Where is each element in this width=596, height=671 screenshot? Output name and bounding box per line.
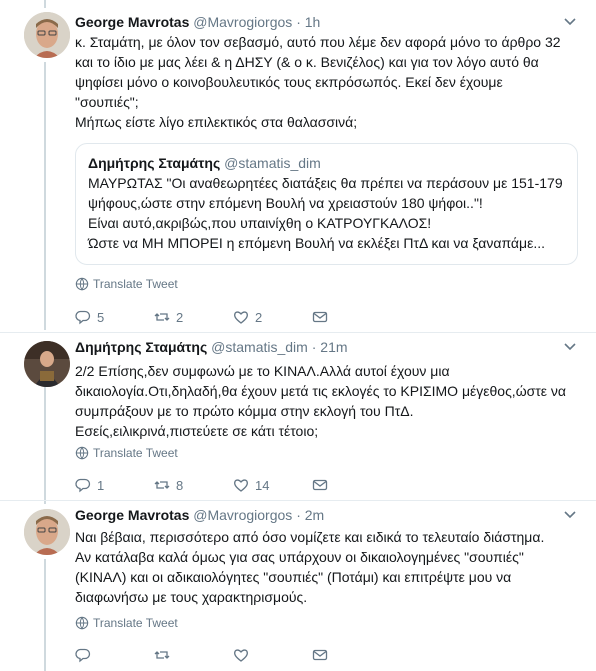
translate-label: Translate Tweet — [93, 277, 178, 291]
timestamp[interactable]: 2m — [305, 507, 324, 523]
reply-count: 5 — [97, 309, 105, 325]
chevron-down-icon[interactable] — [560, 505, 580, 525]
quote-author-handle: @stamatis_dim — [224, 155, 321, 171]
direct-message-button[interactable] — [312, 647, 391, 663]
heart-icon — [234, 479, 248, 492]
globe-icon — [75, 446, 89, 460]
text-line: 2/2 Επίσης,δεν συμφωνώ με το ΚΙΝΑΛ.Αλλά … — [75, 363, 450, 379]
text-line: διαφωνήσω με τους χαρακτηρισμούς. — [75, 589, 308, 605]
translate-tweet-link[interactable]: Translate Tweet — [75, 615, 580, 631]
avatar[interactable] — [24, 12, 70, 58]
timestamp[interactable]: 1h — [305, 14, 321, 30]
like-button[interactable]: 14 — [233, 477, 312, 493]
separator: · — [311, 339, 317, 355]
quote-text: ΜΑΥΡΩΤΑΣ "Οι αναθεωρητέες διατάξεις θα π… — [88, 173, 565, 253]
avatar-photo — [24, 341, 70, 387]
tweet-text: Ναι βέβαια, περισσότερο από όσο νομίζετε… — [75, 527, 580, 607]
tweet-text: 2/2 Επίσης,δεν συμφωνώ με το ΚΙΝΑΛ.Αλλά … — [75, 361, 580, 441]
author-handle[interactable]: @Mavrogiorgos — [193, 507, 292, 523]
retweet-button[interactable]: 8 — [154, 477, 233, 493]
tweet[interactable]: Δημήτρης Σταμάτης @stamatis_dim · 21m 2/… — [0, 333, 596, 503]
like-count: 2 — [255, 309, 263, 325]
separator: · — [296, 14, 301, 30]
translate-tweet-link[interactable]: Translate Tweet — [75, 276, 580, 292]
reply-count: 1 — [97, 477, 105, 493]
like-button[interactable] — [233, 647, 312, 663]
tweet-text: κ. Σταμάτη, με όλον τον σεβασμό, αυτό πο… — [75, 32, 580, 132]
retweet-count: 8 — [176, 477, 184, 493]
text-line: Αν κατάλαβα καλά όμως για σας υπάρχουν ο… — [75, 549, 524, 565]
tweet-header: George Mavrotas @Mavrogiorgos · 2m — [75, 505, 580, 525]
reply-icon — [75, 478, 91, 493]
text-line: συμπράξουν με το πρώτο κόμμα στην εκλογή… — [75, 403, 414, 419]
text-line: Ναι βέβαια, περισσότερο από όσο νομίζετε… — [75, 529, 545, 545]
separator: · — [296, 507, 301, 523]
tweet[interactable]: George Mavrotas @Mavrogiorgos · 1h κ. Στ… — [0, 0, 596, 333]
avatar[interactable] — [24, 341, 70, 387]
heart-icon — [234, 311, 248, 324]
retweet-button[interactable]: 2 — [154, 309, 233, 325]
globe-icon — [75, 277, 89, 291]
author-handle[interactable]: @Mavrogiorgos — [193, 14, 292, 30]
translate-label: Translate Tweet — [93, 616, 178, 630]
reply-button[interactable]: 5 — [75, 309, 154, 325]
text-line: δικαιολογία.Οτι,δηλαδή,θα έχουν μετά τις… — [75, 383, 567, 399]
retweet-icon — [154, 313, 170, 321]
chevron-down-icon[interactable] — [560, 12, 580, 32]
tweet-header: George Mavrotas @Mavrogiorgos · 1h — [75, 12, 580, 32]
translate-tweet-link[interactable]: Translate Tweet — [75, 445, 580, 461]
author-handle[interactable]: @stamatis_dim — [211, 339, 308, 355]
text-line: κ. Σταμάτη, με όλον τον σεβασμό, αυτό πο… — [75, 34, 561, 50]
like-button[interactable]: 2 — [233, 309, 312, 325]
text-line: ψήφους,ώστε στην επόμενη Βουλή να χρειασ… — [88, 195, 483, 211]
like-count: 14 — [255, 477, 270, 493]
avatar-photo — [24, 509, 70, 555]
reply-icon — [75, 648, 91, 663]
envelope-icon — [312, 479, 328, 491]
heart-icon — [234, 649, 248, 662]
direct-message-button[interactable] — [312, 477, 391, 493]
author-name[interactable]: George Mavrotas — [75, 14, 189, 30]
author-name[interactable]: Δημήτρης Σταμάτης — [75, 339, 207, 355]
retweet-icon — [154, 651, 170, 659]
envelope-icon — [312, 649, 328, 661]
text-line: Ώστε να ΜΗ ΜΠΟΡΕΙ η επόμενη Βουλή να εκλ… — [88, 235, 546, 251]
action-bar: 5 2 2 — [75, 307, 580, 327]
timestamp[interactable]: 21m — [320, 339, 347, 355]
reply-button[interactable]: 1 — [75, 477, 154, 493]
direct-message-button[interactable] — [312, 309, 391, 325]
quoted-tweet[interactable]: Δημήτρης Σταμάτης @stamatis_dim ΜΑΥΡΩΤΑΣ… — [75, 143, 578, 265]
action-bar: 1 8 14 — [75, 475, 580, 495]
chevron-down-icon[interactable] — [560, 337, 580, 357]
globe-icon — [75, 616, 89, 630]
avatar-photo — [24, 12, 70, 58]
envelope-icon — [312, 311, 328, 323]
retweet-icon — [154, 481, 170, 489]
text-line: ψηφίσει μόνο ο κοινοβουλευτικός τους εκπ… — [75, 74, 503, 90]
text-line: "σουπιές"; — [75, 94, 139, 110]
quote-author-name: Δημήτρης Σταμάτης — [88, 155, 221, 171]
avatar[interactable] — [24, 509, 70, 555]
action-bar — [75, 645, 580, 665]
text-line: Εσείς,ειλικρινά,πιστεύετε σε κάτι τέτοιο… — [75, 423, 319, 439]
author-name[interactable]: George Mavrotas — [75, 507, 189, 523]
tweet-header: Δημήτρης Σταμάτης @stamatis_dim · 21m — [75, 337, 580, 357]
retweet-button[interactable] — [154, 647, 233, 663]
text-line: Είναι αυτό,ακριβώς,που υπαινίχθη ο ΚΑΤΡΟ… — [88, 215, 432, 231]
tweet[interactable]: George Mavrotas @Mavrogiorgos · 2m Ναι β… — [0, 501, 596, 671]
translate-label: Translate Tweet — [93, 446, 178, 460]
retweet-count: 2 — [176, 309, 184, 325]
text-line: και το ίδιο με μας λέει & η ΔΗΣΥ (& ο κ.… — [75, 54, 539, 70]
reply-button[interactable] — [75, 647, 154, 663]
text-line: ΜΑΥΡΩΤΑΣ "Οι αναθεωρητέες διατάξεις θα π… — [88, 175, 563, 191]
quote-header: Δημήτρης Σταμάτης @stamatis_dim — [88, 153, 565, 173]
text-line: (ΚΙΝΑΛ) και οι αδικαιολόγητες "σουπιές" … — [75, 569, 512, 585]
text-line: Μήπως είστε λίγο επιλεκτικός στα θαλασσι… — [75, 114, 358, 130]
reply-icon — [75, 310, 91, 325]
